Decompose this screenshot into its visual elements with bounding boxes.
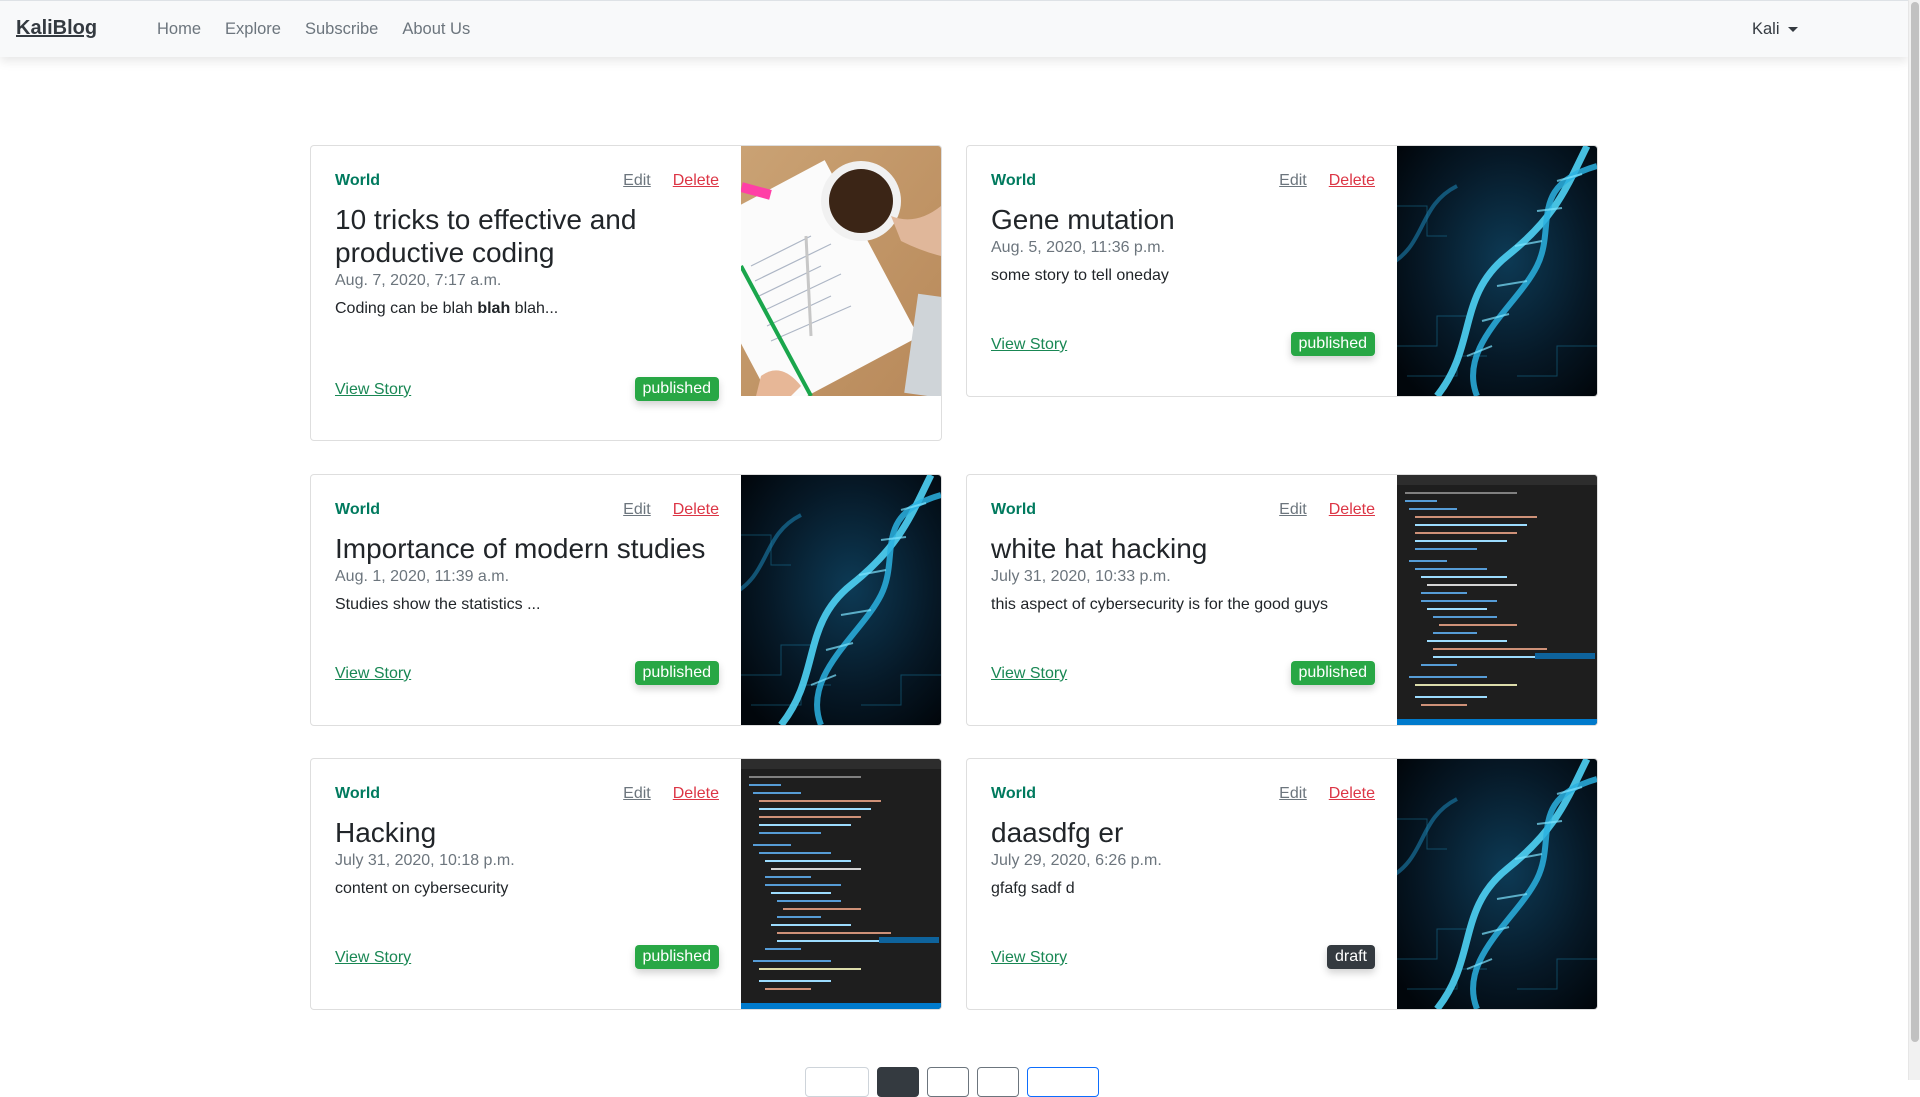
delete-link[interactable]: Delete [673, 785, 719, 802]
story-card: World Edit Delete Hacking July 31, 2020, … [310, 758, 942, 1010]
nav-links: Home Explore Subscribe About Us [157, 20, 494, 39]
category-label[interactable]: World [991, 785, 1036, 803]
scrollbar-thumb[interactable] [1911, 2, 1919, 1042]
status-badge: published [634, 377, 719, 401]
story-thumbnail [1397, 475, 1597, 725]
story-date: Aug. 5, 2020, 11:36 p.m. [991, 239, 1166, 256]
delete-link[interactable]: Delete [1329, 785, 1375, 802]
nav-subscribe[interactable]: Subscribe [305, 20, 378, 39]
story-date: Aug. 1, 2020, 11:39 a.m. [335, 568, 510, 585]
story-title: Hacking [335, 817, 437, 848]
edit-link[interactable]: Edit [623, 172, 651, 189]
pagination [805, 1067, 1099, 1097]
delete-link[interactable]: Delete [1329, 172, 1375, 189]
excerpt-text: Studies show the statistics ... [335, 596, 541, 613]
status-badge: draft [1326, 945, 1375, 969]
excerpt-text: some story to tell oneday [991, 267, 1169, 284]
excerpt-text: blah... [510, 300, 559, 317]
story-title: 10 tricks to effective and productive co… [335, 204, 637, 268]
delete-link[interactable]: Delete [673, 172, 719, 189]
story-date: Aug. 7, 2020, 7:17 a.m. [335, 272, 502, 289]
nav-about-us[interactable]: About Us [402, 20, 470, 39]
scrollbar[interactable] [1908, 0, 1920, 1080]
user-dropdown[interactable]: Kali [1752, 20, 1798, 39]
story-title: Importance of modern studies [335, 533, 706, 564]
story-date: July 31, 2020, 10:33 p.m. [991, 568, 1171, 585]
excerpt-bold: blah [477, 300, 511, 317]
edit-link[interactable]: Edit [623, 785, 651, 802]
story-date: July 29, 2020, 6:26 p.m. [991, 852, 1162, 869]
story-thumbnail [1397, 759, 1597, 1009]
brand-logo[interactable]: KaliBlog [16, 17, 97, 40]
navbar: KaliBlog Home Explore Subscribe About Us… [0, 0, 1908, 57]
story-thumbnail [741, 759, 941, 1009]
view-story-link[interactable]: View Story [335, 949, 411, 967]
user-name: Kali [1752, 20, 1780, 38]
pagination-next-button[interactable] [1027, 1067, 1099, 1097]
category-label[interactable]: World [991, 501, 1036, 519]
excerpt-text: this aspect of cybersecurity is for the … [991, 596, 1329, 613]
story-excerpt: Studies show the statistics ... [335, 596, 540, 614]
story-card: World Edit Delete Importance of modern st… [310, 474, 942, 726]
story-card: World Edit Delete white hat hacking July … [966, 474, 1598, 726]
story-thumbnail [741, 146, 941, 396]
excerpt-text: gfafg sadf d [991, 880, 1075, 897]
view-story-link[interactable]: View Story [335, 381, 411, 399]
category-label[interactable]: World [335, 501, 380, 519]
story-title: Gene mutation [991, 204, 1175, 235]
dna-helix-image [1397, 759, 1597, 1009]
nav-explore[interactable]: Explore [225, 20, 281, 39]
status-badge: published [1290, 332, 1375, 356]
code-editor-image [741, 759, 941, 1009]
story-excerpt: gfafg sadf d [991, 880, 1075, 898]
excerpt-text: content on cybersecurity [335, 880, 509, 897]
view-story-link[interactable]: View Story [991, 336, 1067, 354]
chevron-down-icon [1787, 27, 1798, 32]
status-badge: published [1290, 661, 1375, 685]
excerpt-text: Coding can be blah [335, 300, 478, 317]
edit-link[interactable]: Edit [1279, 785, 1307, 802]
story-excerpt: this aspect of cybersecurity is for the … [991, 596, 1328, 614]
edit-link[interactable]: Edit [1279, 501, 1307, 518]
status-badge: published [634, 661, 719, 685]
category-label[interactable]: World [335, 785, 380, 803]
category-label[interactable]: World [991, 172, 1036, 190]
dna-helix-image [741, 475, 941, 725]
view-story-link[interactable]: View Story [991, 949, 1067, 967]
story-title: white hat hacking [991, 533, 1208, 564]
story-card: World Edit Delete 10 tricks to effective … [310, 145, 942, 441]
view-story-link[interactable]: View Story [335, 665, 411, 683]
story-title: daasdfg er [991, 817, 1124, 848]
edit-link[interactable]: Edit [1279, 172, 1307, 189]
notebook-coffee-image [741, 146, 941, 396]
story-excerpt: Coding can be blah blah blah... [335, 300, 558, 318]
story-thumbnail [741, 475, 941, 725]
pagination-prev-button[interactable] [805, 1067, 869, 1097]
code-editor-image [1397, 475, 1597, 725]
pagination-page-button[interactable] [927, 1067, 969, 1097]
edit-link[interactable]: Edit [623, 501, 651, 518]
story-excerpt: some story to tell oneday [991, 267, 1169, 285]
category-label[interactable]: World [335, 172, 380, 190]
delete-link[interactable]: Delete [673, 501, 719, 518]
pagination-page-button[interactable] [977, 1067, 1019, 1097]
status-badge: published [634, 945, 719, 969]
story-date: July 31, 2020, 10:18 p.m. [335, 852, 515, 869]
delete-link[interactable]: Delete [1329, 501, 1375, 518]
view-story-link[interactable]: View Story [991, 665, 1067, 683]
nav-home[interactable]: Home [157, 20, 201, 39]
story-card: World Edit Delete Gene mutation Aug. 5, 2… [966, 145, 1598, 397]
story-thumbnail [1397, 146, 1597, 396]
pagination-page-button-active[interactable] [877, 1067, 919, 1097]
story-card: World Edit Delete daasdfg er July 29, 202… [966, 758, 1598, 1010]
story-excerpt: content on cybersecurity [335, 880, 508, 898]
dna-helix-image [1397, 146, 1597, 396]
